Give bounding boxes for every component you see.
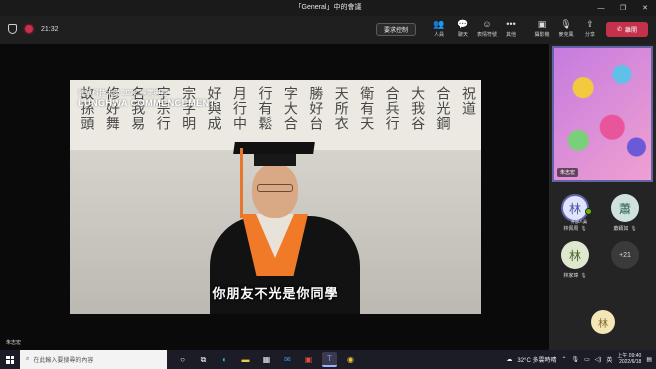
- ime-indicator[interactable]: 英: [606, 355, 612, 364]
- self-name-label: 朱志宏: [557, 168, 579, 177]
- office-icon[interactable]: ▣: [301, 352, 316, 367]
- window-title: 「General」中的會議: [294, 4, 362, 11]
- maximize-button[interactable]: ❐: [612, 0, 634, 16]
- more-button[interactable]: ••• 其他: [499, 19, 523, 38]
- toolbar-right-group: ▣ 攝影機 🎙 麥克風 ⇪ 分享: [530, 19, 602, 38]
- windows-icon: [6, 355, 14, 364]
- participant-tile[interactable]: 蕭 蕭穎如 🎙: [611, 194, 639, 232]
- mic-off-icon: 🎙: [580, 272, 587, 279]
- close-button[interactable]: ✕: [634, 0, 656, 16]
- more-icon: •••: [506, 18, 516, 29]
- self-video-tile[interactable]: 朱志宏: [552, 46, 653, 182]
- system-tray: ☁ 32°C 多雲時晴 ⌃ 🎙 ▭ ◁) 英 上午 09:40 2022/6/1…: [506, 350, 652, 369]
- volume-icon[interactable]: ◁): [595, 356, 602, 363]
- minimize-button[interactable]: —: [590, 0, 612, 16]
- participant-gallery: 朱志宏 林 外部人員 林佩周 🎙 蕭 蕭穎如 🎙 林 林家瑋 🎙 +21: [549, 44, 656, 350]
- chrome-icon[interactable]: ◉: [343, 352, 358, 367]
- presenter-video: 故孫頭 修好舞 名我易 字宗行 宗字明 好與成 月行中 行有鬆 字大合 勝好台 天所衣 衛有天 合兵行大…: [70, 80, 481, 314]
- calligraphy-column: 行有鬆: [256, 86, 273, 131]
- people-button[interactable]: 👥 人員: [427, 19, 451, 38]
- participant-tile[interactable]: 林 林家瑋 🎙: [561, 241, 589, 279]
- calligraphy-column: 合兵行: [383, 86, 400, 131]
- chat-button[interactable]: 💬 聊天: [451, 19, 475, 38]
- reaction-icon: ☺: [482, 18, 492, 29]
- more-participants[interactable]: +21: [611, 241, 639, 269]
- chevron-up-icon[interactable]: ⌃: [561, 356, 566, 363]
- cortana-icon[interactable]: ○: [175, 352, 190, 367]
- toolbar-left-group: 👥 人員 💬 聊天 ☺ 表情符號 ••• 其他: [427, 19, 523, 38]
- calligraphy-column: 月行中: [231, 86, 248, 131]
- mic-off-icon: 🎙: [560, 18, 572, 29]
- shield-icon[interactable]: [8, 24, 17, 34]
- camera-off-icon: ▣: [537, 18, 547, 29]
- task-view-icon[interactable]: ⧉: [196, 352, 211, 367]
- shared-video-stage: 故孫頭 修好舞 名我易 字宗行 宗字明 好與成 月行中 行有鬆 字大合 勝好台 天所衣 衛有天 合兵行大…: [0, 44, 549, 350]
- pinned-apps: ○ ⧉ ◐ ▬ ▦ ✉ ▣ T ◉: [175, 352, 358, 367]
- avatar: 林 外部人員: [561, 194, 592, 224]
- taskbar-search[interactable]: ⌕ 在此輸入要搜尋的內容: [20, 350, 167, 369]
- mail-icon[interactable]: ✉: [280, 352, 295, 367]
- calligraphy-column: 字大合: [281, 86, 298, 131]
- weather-icon: ☁: [506, 357, 513, 363]
- weather-text[interactable]: 32°C 多雲時晴: [517, 355, 556, 364]
- avatar: 林: [561, 241, 589, 269]
- avatar: 蕭: [611, 194, 639, 222]
- store-icon[interactable]: ▦: [259, 352, 274, 367]
- calligraphy-column: 合光鋼: [434, 86, 451, 131]
- start-button[interactable]: [0, 350, 20, 369]
- windows-taskbar: ⌕ 在此輸入要搜尋的內容 ○ ⧉ ◐ ▬ ▦ ✉ ▣ T ◉ ☁ 32°C 多雲…: [0, 350, 656, 369]
- recording-icon: [25, 25, 33, 33]
- edge-icon[interactable]: ◐: [217, 352, 232, 367]
- meeting-timer: 21:32: [41, 25, 59, 33]
- share-icon: ⇪: [586, 18, 594, 29]
- participant-tile[interactable]: 林 外部人員 林佩周 🎙: [561, 194, 592, 232]
- reaction-button[interactable]: ☺ 表情符號: [475, 19, 499, 38]
- presence-badge: [585, 208, 592, 215]
- chat-icon: 💬: [457, 18, 469, 29]
- share-button[interactable]: ⇪ 分享: [578, 19, 602, 38]
- title-bar: 「General」中的會議 — ❐ ✕: [0, 0, 656, 16]
- microphone-icon[interactable]: 🎙: [571, 356, 579, 363]
- people-icon: 👥: [433, 18, 445, 29]
- window-controls: — ❐ ✕: [590, 0, 656, 16]
- calligraphy-column: 祝道: [459, 86, 476, 116]
- calligraphy-column: 大我谷: [409, 86, 426, 131]
- notification-icon[interactable]: ▤: [646, 356, 652, 363]
- calligraphy-column: 勝好台: [307, 86, 324, 131]
- more-participants-count: +21: [611, 241, 639, 269]
- mic-button[interactable]: 🎙 麥克風: [554, 19, 578, 38]
- university-logo: 龍華科技大學 2022 畢業典禮 LUNGHWA COMMENCEMENT: [78, 90, 216, 108]
- network-icon[interactable]: ▭: [584, 356, 590, 363]
- avatar[interactable]: 林: [591, 310, 615, 334]
- video-subtitle: 你朋友不光是你同學: [212, 286, 339, 301]
- teams-icon[interactable]: T: [322, 352, 337, 367]
- phone-hangup-icon: ✆: [616, 27, 622, 33]
- clock[interactable]: 上午 09:40 2022/6/18: [617, 353, 641, 366]
- search-icon: ⌕: [26, 356, 30, 362]
- calligraphy-column: 衛有天: [358, 86, 375, 131]
- mic-off-icon: 🎙: [580, 225, 587, 232]
- camera-button[interactable]: ▣ 攝影機: [530, 19, 554, 38]
- meeting-toolbar: 21:32 要求控制 👥 人員 💬 聊天 ☺ 表情符號 ••• 其他 ▣ 攝影機…: [0, 16, 656, 44]
- leave-button[interactable]: ✆ 離開: [606, 22, 648, 37]
- request-control-button[interactable]: 要求控制: [376, 23, 416, 36]
- calligraphy-column: 天所衣: [332, 86, 349, 131]
- mic-off-icon: 🎙: [630, 225, 637, 232]
- file-explorer-icon[interactable]: ▬: [238, 352, 253, 367]
- presenter-name: 朱志宏: [6, 340, 22, 346]
